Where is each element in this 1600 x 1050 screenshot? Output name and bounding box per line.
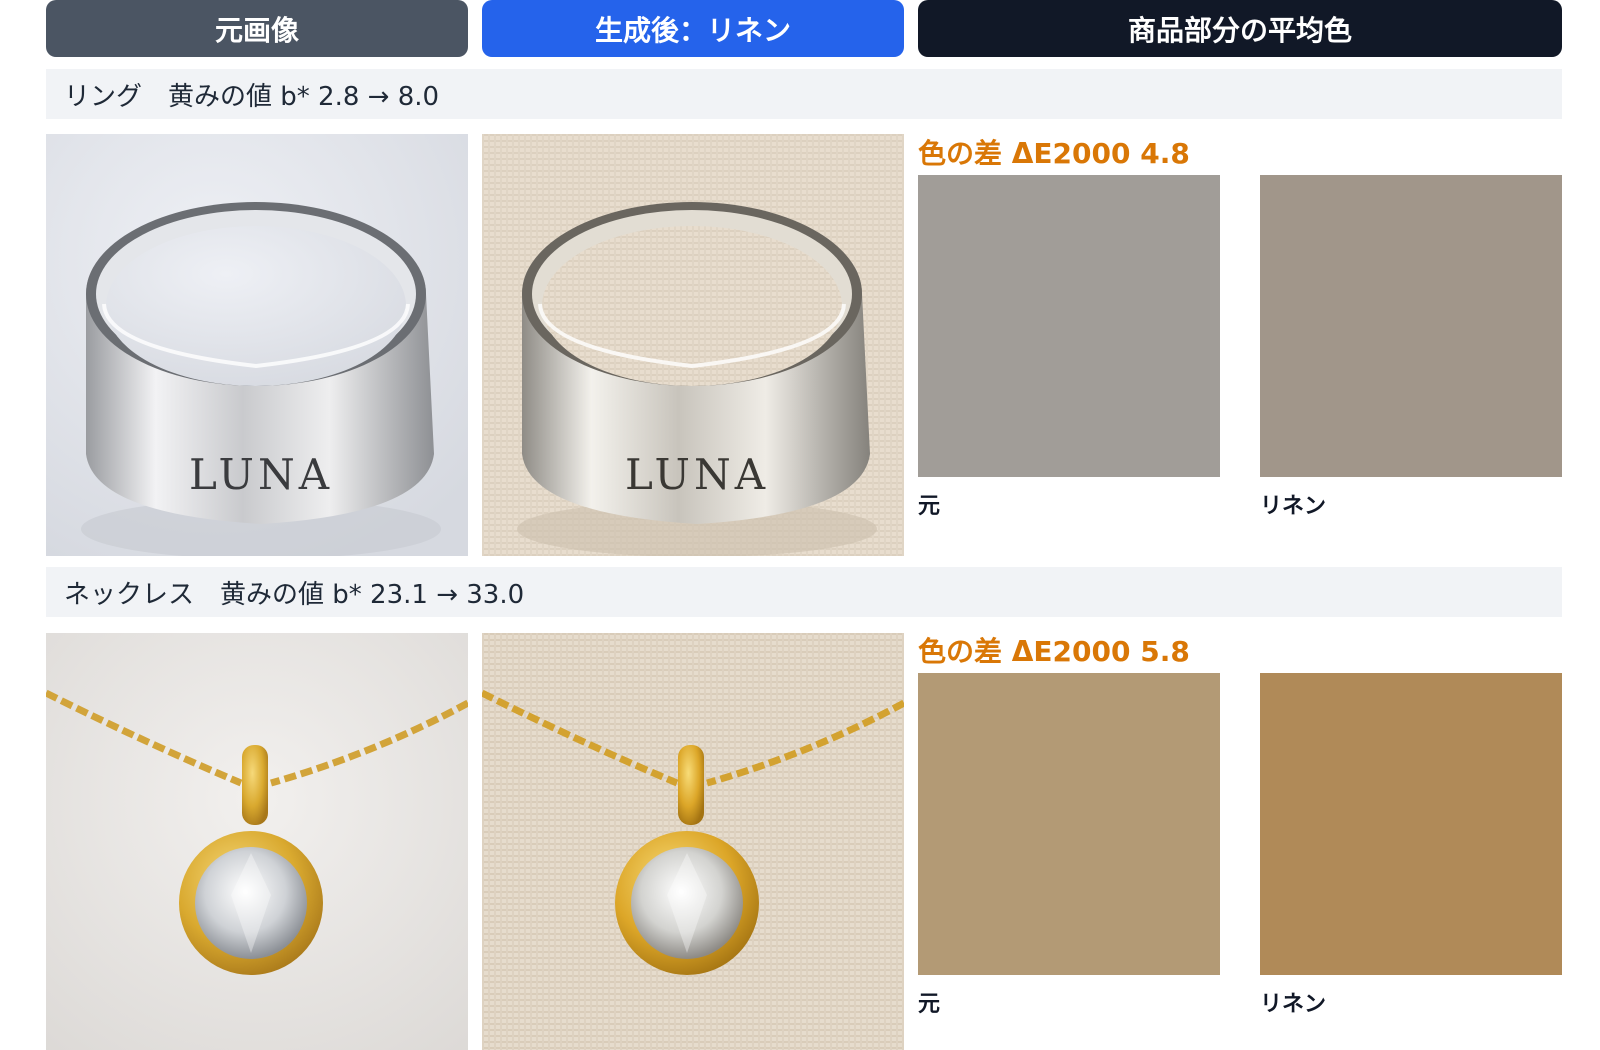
necklace-swatch-original — [918, 673, 1220, 975]
ring-swatch-original-caption: 元 — [918, 494, 941, 519]
ring-linen-engraving-text: LUNA — [625, 450, 769, 499]
necklace-original-photo — [46, 633, 468, 1050]
ring-engraving-text: LUNA — [189, 450, 333, 499]
ring-swatch-linen-caption: リネン — [1260, 494, 1327, 519]
ring-original-photo: LUNA — [46, 134, 468, 556]
header-original-image: 元画像 — [46, 0, 468, 57]
header-generated-linen: 生成後：リネン — [482, 0, 904, 57]
necklace-swatch-linen — [1260, 673, 1562, 975]
necklace-swatch-linen-caption: リネン — [1260, 992, 1327, 1017]
ring-linen-photo: LUNA — [482, 134, 904, 556]
header-average-color: 商品部分の平均色 — [918, 0, 1562, 57]
ring-swatch-original — [918, 175, 1220, 477]
necklace-row-label: ネックレス 黄みの値 b* 23.1 → 33.0 — [46, 567, 1562, 617]
ring-swatch-linen — [1260, 175, 1562, 477]
necklace-swatch-original-caption: 元 — [918, 992, 941, 1017]
necklace-linen-photo — [482, 633, 904, 1050]
ring-delta-e: 色の差 ΔE2000 4.8 — [918, 137, 1190, 170]
necklace-delta-e: 色の差 ΔE2000 5.8 — [918, 635, 1190, 668]
ring-row-label: リング 黄みの値 b* 2.8 → 8.0 — [46, 69, 1562, 119]
